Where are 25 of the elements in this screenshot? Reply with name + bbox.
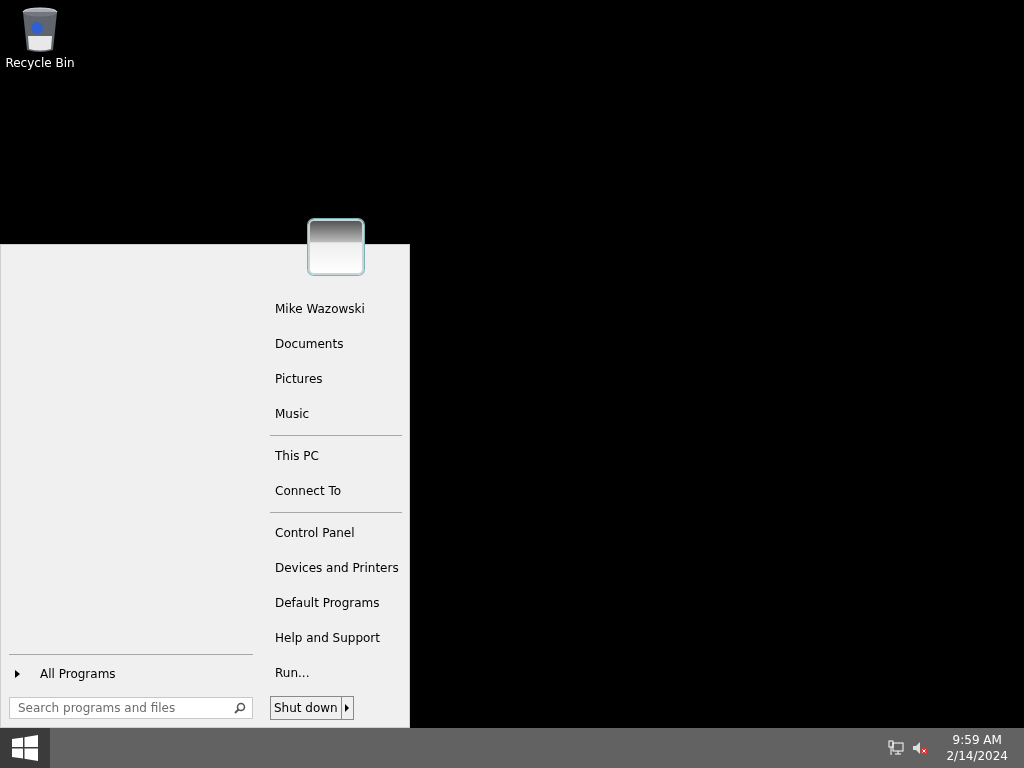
- windows-logo-icon: [12, 735, 38, 761]
- menu-item[interactable]: Pictures: [270, 361, 402, 396]
- search-icon: [234, 702, 246, 714]
- shut-down-button[interactable]: Shut down: [271, 697, 342, 719]
- triangle-right-icon: [15, 670, 20, 678]
- menu-item[interactable]: Devices and Printers: [270, 550, 402, 585]
- triangle-right-icon: [345, 704, 350, 712]
- user-picture-frame[interactable]: [308, 219, 364, 275]
- clock[interactable]: 9:59 AM 2/14/2024: [946, 732, 1008, 764]
- menu-item[interactable]: Control Panel: [270, 515, 402, 550]
- menu-item[interactable]: Default Programs: [270, 585, 402, 620]
- menu-item[interactable]: Help and Support: [270, 620, 402, 655]
- menu-item[interactable]: Connect To: [270, 473, 402, 508]
- recycle-bin-shortcut[interactable]: Recycle Bin: [6, 6, 74, 70]
- search-field[interactable]: Search programs and files: [9, 697, 253, 719]
- menu-item[interactable]: Run...: [270, 655, 402, 690]
- menu-item[interactable]: This PC: [270, 438, 402, 473]
- menu-item[interactable]: Music: [270, 396, 402, 431]
- menu-item[interactable]: Mike Wazowski: [270, 291, 402, 326]
- all-programs-item[interactable]: All Programs: [9, 655, 253, 693]
- network-icon[interactable]: [888, 740, 905, 756]
- muted-speaker-icon[interactable]: [912, 740, 929, 756]
- start-button[interactable]: [0, 728, 50, 768]
- menu-item[interactable]: Documents: [270, 326, 402, 361]
- trash-bin-icon: [20, 6, 60, 54]
